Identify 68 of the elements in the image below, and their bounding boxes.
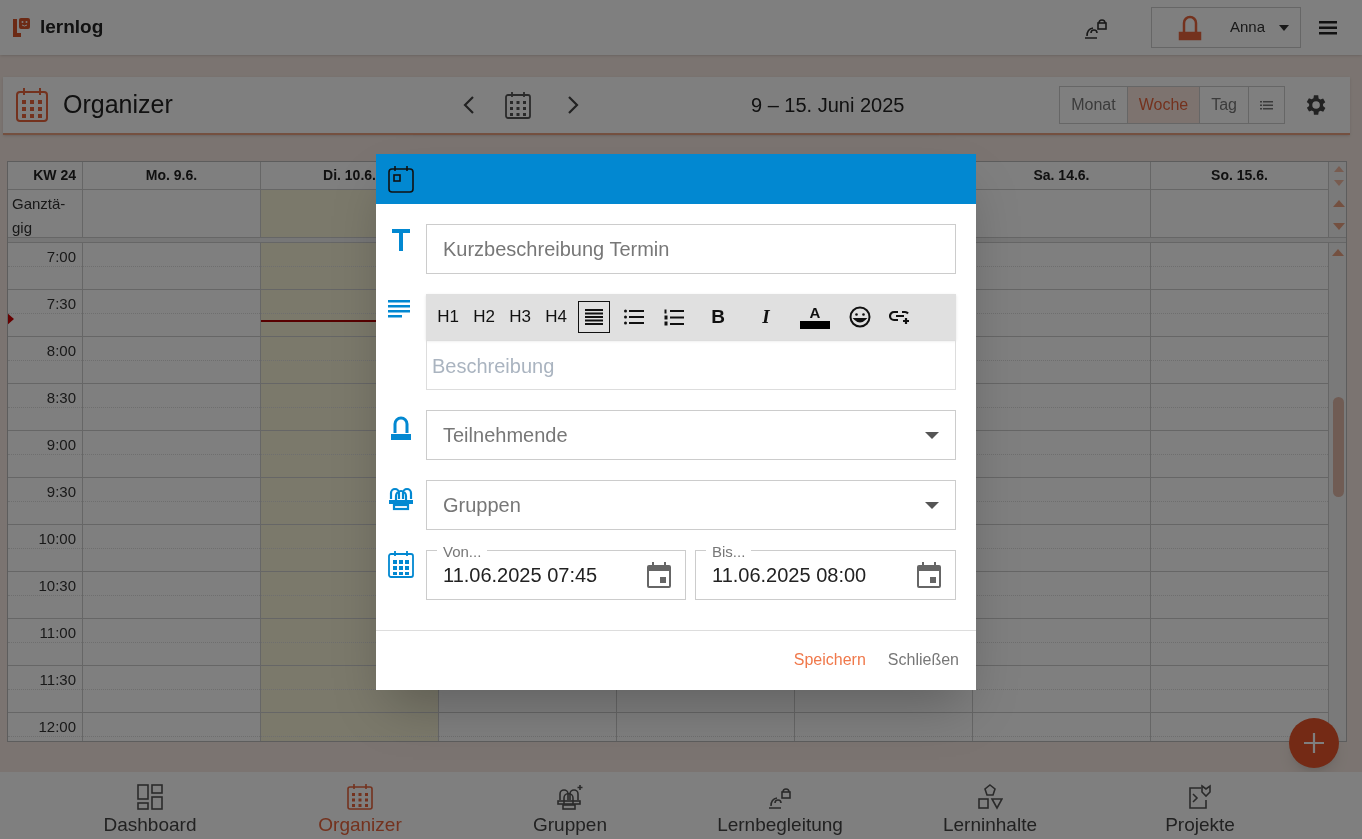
dashboard-icon	[137, 784, 163, 810]
text-color-button[interactable]: A	[796, 301, 834, 333]
smiley-icon	[849, 306, 871, 328]
dropdown-arrow-icon	[925, 431, 939, 439]
menu-icon[interactable]	[1319, 20, 1337, 35]
bulleted-list-icon	[624, 309, 644, 325]
time-label: 7:00	[46, 247, 76, 266]
nav-item[interactable]: Lerninhalte	[885, 772, 1095, 839]
calendar-grid-icon[interactable]	[505, 91, 531, 119]
time-label: 11:00	[39, 623, 76, 642]
description-field[interactable]: Beschreibung	[426, 340, 956, 390]
time-label: 12:00	[38, 717, 76, 736]
group-icon	[388, 485, 414, 511]
time-label: 7:30	[46, 294, 76, 313]
calendar-grid-icon	[388, 550, 414, 578]
calendar-picker-icon[interactable]	[917, 562, 941, 588]
participants-select[interactable]: Teilnehmende	[426, 410, 956, 460]
logo-icon	[11, 16, 31, 39]
app-name: lernlog	[40, 15, 104, 40]
time-label: 11:30	[39, 670, 76, 689]
time-label: 8:00	[46, 341, 76, 360]
document-puzzle-icon	[1187, 784, 1213, 810]
calendar-icon	[15, 87, 49, 123]
nav-item[interactable]: Lernbegleitung	[675, 772, 885, 839]
scrollbar-thumb[interactable]	[1333, 397, 1344, 497]
time-label: 10:00	[38, 529, 76, 548]
all-day-label: Ganztä-gig	[12, 194, 67, 238]
list-icon	[1260, 100, 1273, 110]
heading-button[interactable]: H3	[504, 301, 536, 333]
person-icon	[388, 415, 414, 441]
nav-item[interactable]: Dashboard	[45, 772, 255, 839]
current-time-marker-icon	[8, 313, 14, 325]
chevron-right-icon[interactable]	[567, 95, 579, 115]
time-label: 8:30	[46, 388, 76, 407]
heading-button[interactable]: H2	[468, 301, 500, 333]
user-avatar-icon	[1178, 14, 1202, 41]
close-button[interactable]: Schließen	[887, 647, 959, 672]
save-button[interactable]: Speichern	[793, 647, 866, 672]
justify-icon	[585, 309, 603, 325]
heading-button[interactable]: H1	[432, 301, 464, 333]
dropdown-arrow-icon	[925, 501, 939, 509]
italic-button[interactable]: I	[750, 301, 782, 333]
add-button[interactable]	[1289, 718, 1339, 768]
nav-item[interactable]: Gruppen	[465, 772, 675, 839]
page-title: Organizer	[63, 89, 174, 121]
heading-button[interactable]: H4	[540, 301, 572, 333]
groups-select[interactable]: Gruppen	[426, 480, 956, 530]
caret-icon	[1279, 24, 1290, 31]
user-menu-button[interactable]: Anna	[1151, 7, 1301, 48]
bold-button[interactable]: B	[702, 301, 734, 333]
time-label: 10:30	[38, 576, 76, 595]
calendar-picker-icon[interactable]	[647, 562, 671, 588]
time-label: 9:30	[46, 482, 76, 501]
link-add-icon	[889, 310, 911, 324]
shapes-icon	[977, 784, 1003, 810]
time-label: 9:00	[46, 435, 76, 454]
calendar-icon	[347, 784, 373, 810]
chevron-left-icon[interactable]	[463, 95, 475, 115]
column-header: KW 24	[8, 162, 83, 190]
title-field[interactable]: Kurzbeschreibung Termin	[426, 224, 956, 274]
calendar-icon	[388, 165, 414, 193]
numbered-list-icon	[664, 308, 684, 326]
plus-icon	[1304, 733, 1324, 753]
date-range: 9 – 15. Juni 2025	[751, 93, 906, 118]
nav-item[interactable]: Projekte	[1095, 772, 1305, 839]
justify-button[interactable]	[578, 301, 610, 333]
group-icon	[557, 784, 583, 810]
nav-item[interactable]: Organizer	[255, 772, 465, 839]
